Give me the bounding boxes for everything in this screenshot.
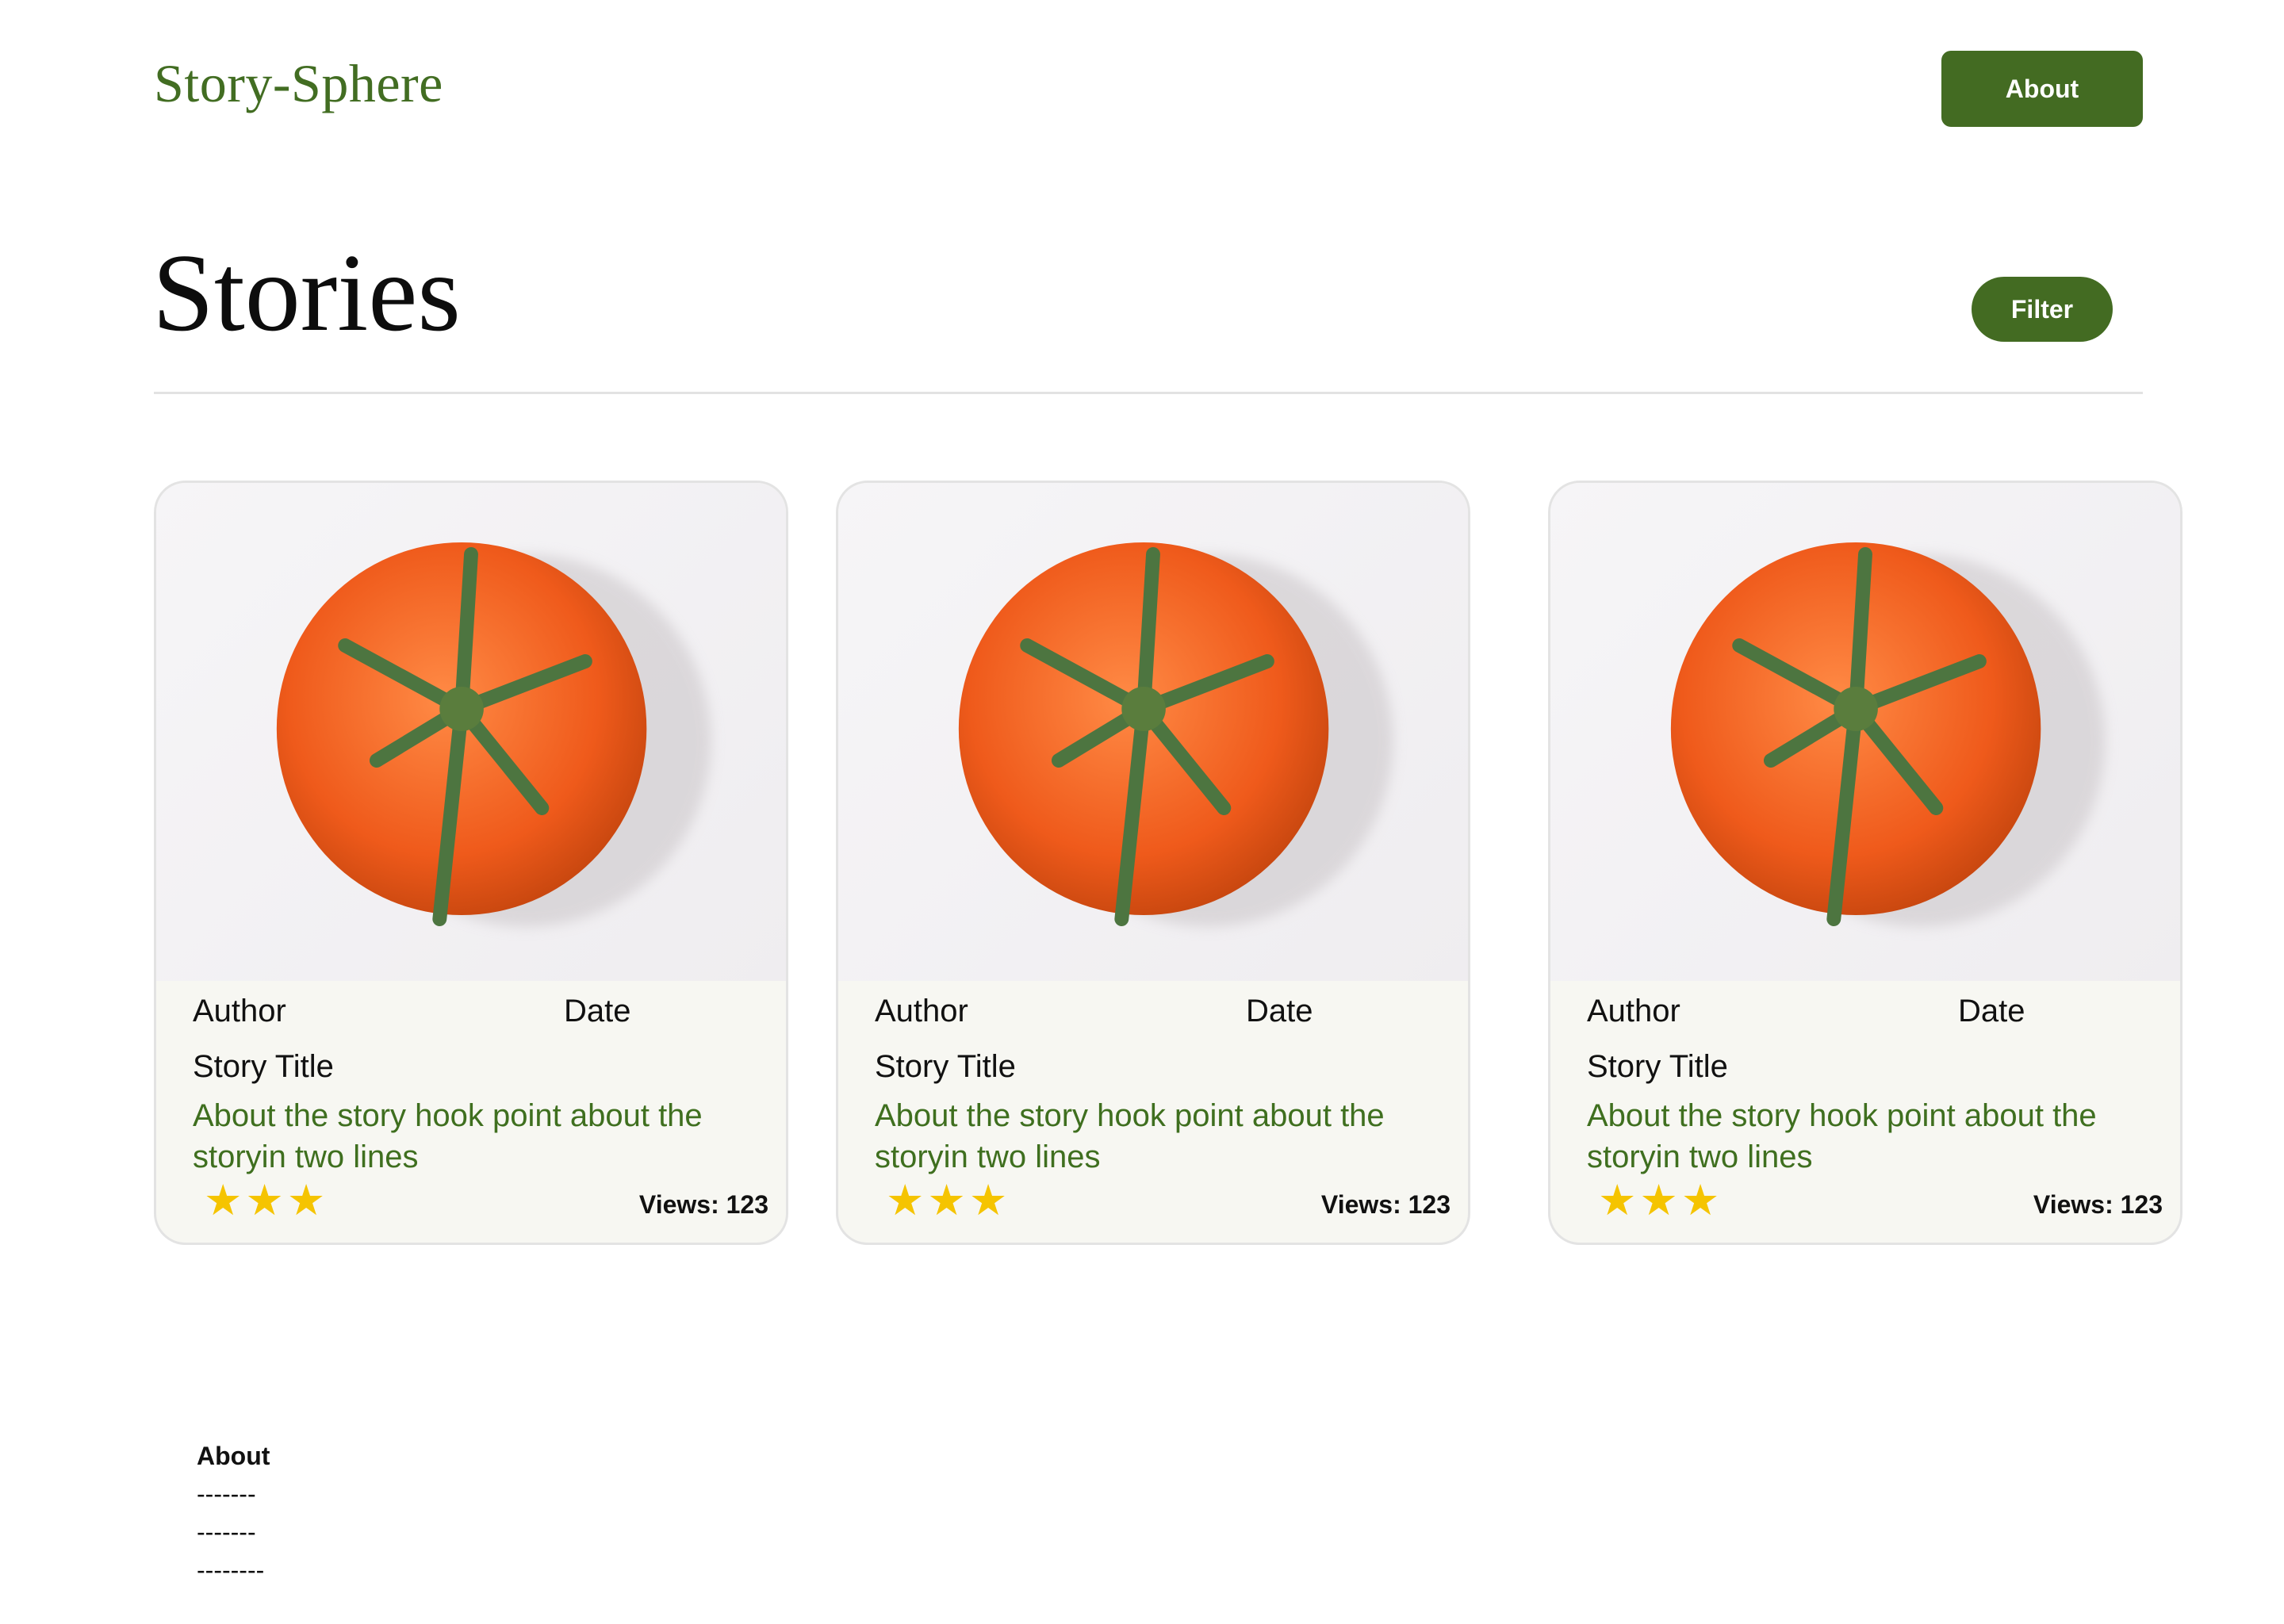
footer: About ------- ------- -------- xyxy=(197,1437,270,1589)
story-image xyxy=(1550,483,2180,981)
footer-line: -------- xyxy=(197,1556,265,1584)
star-icon: ★ xyxy=(245,1177,284,1224)
views-count: Views: 123 xyxy=(638,1190,768,1219)
rating-stars: ★ ★ ★ xyxy=(1598,1179,1719,1222)
views-count: Views: 123 xyxy=(1320,1190,1450,1219)
story-card[interactable]: Author Date Story Title About the story … xyxy=(154,481,788,1245)
star-icon: ★ xyxy=(1639,1177,1678,1224)
story-title[interactable]: Story Title xyxy=(1587,1049,1728,1085)
story-date: Date xyxy=(1246,994,1313,1028)
story-card[interactable]: Author Date Story Title About the story … xyxy=(1548,481,2182,1245)
footer-line: ------- xyxy=(197,1480,256,1508)
star-icon: ★ xyxy=(204,1177,243,1224)
star-icon: ★ xyxy=(286,1177,326,1224)
story-hook: About the story hook point about the sto… xyxy=(193,1098,703,1174)
page-title: Stories xyxy=(152,232,461,354)
story-card[interactable]: Author Date Story Title About the story … xyxy=(836,481,1470,1245)
views-count: Views: 123 xyxy=(2033,1190,2163,1219)
story-date: Date xyxy=(564,994,631,1028)
story-hook: About the story hook point about the sto… xyxy=(1587,1098,2097,1174)
rating-stars: ★ ★ ★ xyxy=(204,1179,325,1222)
story-title[interactable]: Story Title xyxy=(193,1049,334,1085)
story-author: Author xyxy=(193,994,286,1028)
star-icon: ★ xyxy=(927,1177,966,1224)
star-icon: ★ xyxy=(1680,1177,1720,1224)
story-image xyxy=(156,483,786,981)
rating-stars: ★ ★ ★ xyxy=(886,1179,1007,1222)
footer-line: ------- xyxy=(197,1518,256,1546)
star-icon: ★ xyxy=(1598,1177,1637,1224)
filter-button[interactable]: Filter xyxy=(1972,277,2113,342)
star-icon: ★ xyxy=(886,1177,925,1224)
footer-about-title[interactable]: About xyxy=(197,1437,270,1475)
section-divider xyxy=(154,392,2143,394)
star-icon: ★ xyxy=(968,1177,1008,1224)
story-hook: About the story hook point about the sto… xyxy=(875,1098,1385,1174)
story-author: Author xyxy=(875,994,968,1028)
about-button[interactable]: About xyxy=(1941,51,2143,127)
story-author: Author xyxy=(1587,994,1680,1028)
story-date: Date xyxy=(1958,994,2025,1028)
story-image xyxy=(838,483,1468,981)
site-logo[interactable]: Story-Sphere xyxy=(154,52,443,115)
story-title[interactable]: Story Title xyxy=(875,1049,1016,1085)
